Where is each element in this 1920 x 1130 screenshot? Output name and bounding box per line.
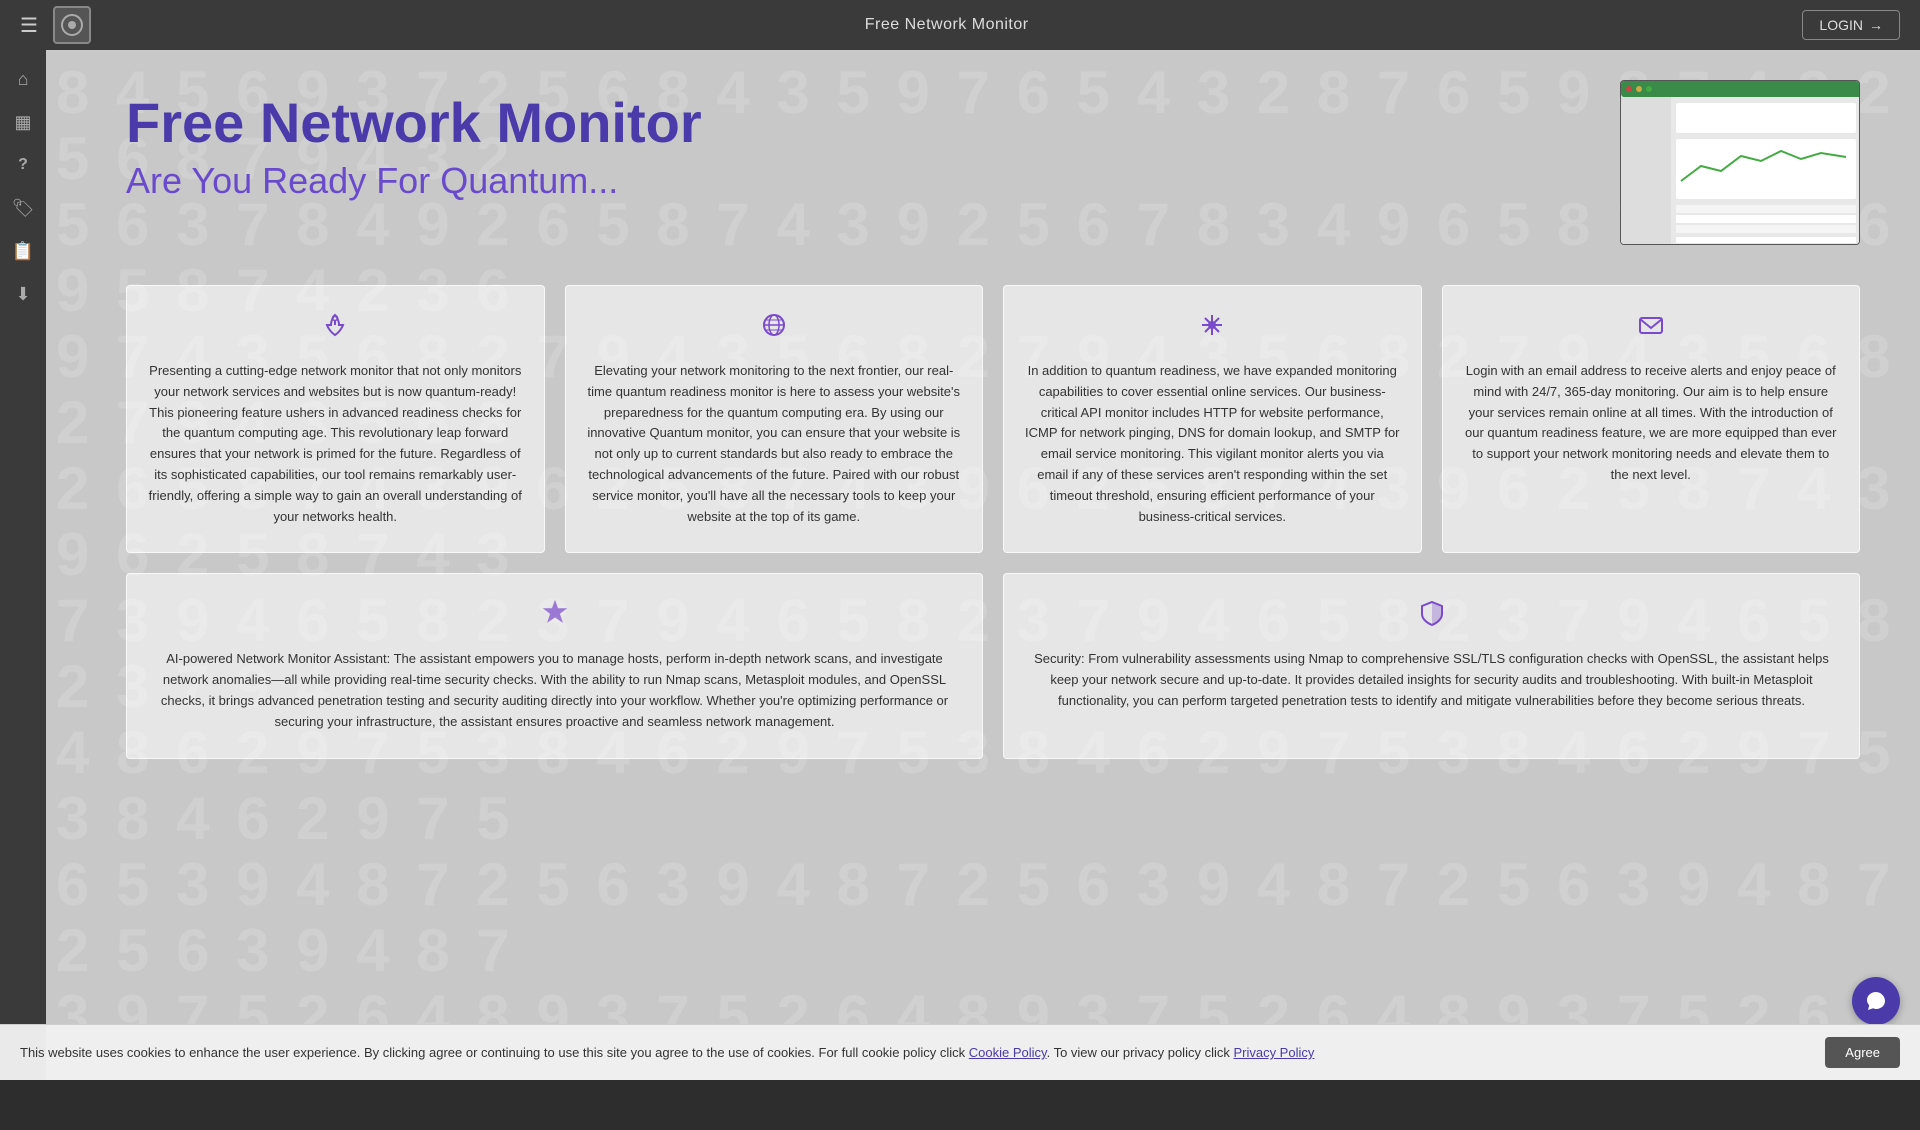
cookie-policy-link[interactable]: Cookie Policy [969, 1045, 1047, 1060]
menu-icon[interactable]: ☰ [20, 13, 38, 38]
cookie-text: This website uses cookies to enhance the… [20, 1045, 1805, 1060]
sidebar-item-dashboard[interactable]: ▦ [4, 103, 42, 141]
logo-dot [68, 21, 76, 29]
card-ai-text: AI-powered Network Monitor Assistant: Th… [147, 649, 962, 732]
cookie-privacy-prefix: . To view our privacy policy click [1047, 1045, 1234, 1060]
privacy-policy-link[interactable]: Privacy Policy [1233, 1045, 1314, 1060]
main-title: Free Network Monitor [126, 90, 702, 155]
header-text: Free Network Monitor Are You Ready For Q… [126, 90, 702, 202]
email-icon [1463, 311, 1840, 346]
download-icon: ⬇ [15, 284, 30, 305]
login-arrow-icon: → [1869, 17, 1883, 33]
card-api-monitor: In addition to quantum readiness, we hav… [1003, 285, 1422, 553]
nav-title: Free Network Monitor [865, 16, 1029, 34]
card-security-text: Security: From vulnerability assessments… [1024, 649, 1839, 711]
tags-icon: 🏷 [12, 198, 35, 219]
header-section: Free Network Monitor Are You Ready For Q… [126, 90, 1860, 245]
home-icon: ⌂ [18, 69, 29, 90]
card-email-alerts: Login with an email address to receive a… [1442, 285, 1861, 553]
cookie-main-text: This website uses cookies to enhance the… [20, 1045, 969, 1060]
content-wrapper: Free Network Monitor Are You Ready For Q… [46, 50, 1920, 819]
main-content: 8 4 5 6 9 3 7 2 5 6 8 4 3 5 9 7 6 5 4 3 … [46, 50, 1920, 1080]
agree-button[interactable]: Agree [1825, 1037, 1900, 1068]
login-label: LOGIN [1819, 17, 1863, 33]
chat-button[interactable] [1852, 977, 1900, 1025]
card-quantum-text: Elevating your network monitoring to the… [586, 361, 963, 527]
dashboard-svg [1621, 81, 1860, 245]
feature-cards-row2: AI-powered Network Monitor Assistant: Th… [126, 573, 1860, 758]
logo-inner [61, 14, 83, 36]
dashboard-icon: ▦ [14, 112, 31, 133]
top-navigation: ☰ Free Network Monitor LOGIN → [0, 0, 1920, 50]
cookie-banner: This website uses cookies to enhance the… [0, 1024, 1920, 1080]
sidebar-item-help[interactable]: ? [4, 146, 42, 184]
sidebar-item-download[interactable]: ⬇ [4, 275, 42, 313]
chat-icon [1865, 990, 1887, 1012]
feature-cards-row1: Presenting a cutting-edge network monito… [126, 285, 1860, 553]
app-logo [53, 6, 91, 44]
dashboard-screenshot [1620, 80, 1860, 245]
card-email-text: Login with an email address to receive a… [1463, 361, 1840, 486]
sidebar-item-saved[interactable]: 📋 [4, 232, 42, 270]
card-security: Security: From vulnerability assessments… [1003, 573, 1860, 758]
globe-icon [586, 311, 963, 346]
hero-subtitle: Are You Ready For Quantum... [126, 160, 702, 202]
login-button[interactable]: LOGIN → [1802, 10, 1900, 40]
sidebar-item-tags[interactable]: 🏷 [4, 189, 42, 227]
card-quantum-readiness: Elevating your network monitoring to the… [565, 285, 984, 553]
star-shield-icon [147, 599, 962, 634]
card-network-text: Presenting a cutting-edge network monito… [147, 361, 524, 527]
asterisk-icon [1024, 311, 1401, 346]
saved-icon: 📋 [12, 241, 34, 262]
nav-left: ☰ [20, 6, 91, 44]
anchor-icon [147, 311, 524, 346]
help-icon: ? [18, 156, 28, 174]
sidebar-item-home[interactable]: ⌂ [4, 60, 42, 98]
card-ai-assistant: AI-powered Network Monitor Assistant: Th… [126, 573, 983, 758]
shield-icon [1024, 599, 1839, 634]
sidebar: ⌂ ▦ ? 🏷 📋 ⬇ [0, 50, 46, 1080]
card-api-text: In addition to quantum readiness, we hav… [1024, 361, 1401, 527]
card-network-monitor: Presenting a cutting-edge network monito… [126, 285, 545, 553]
